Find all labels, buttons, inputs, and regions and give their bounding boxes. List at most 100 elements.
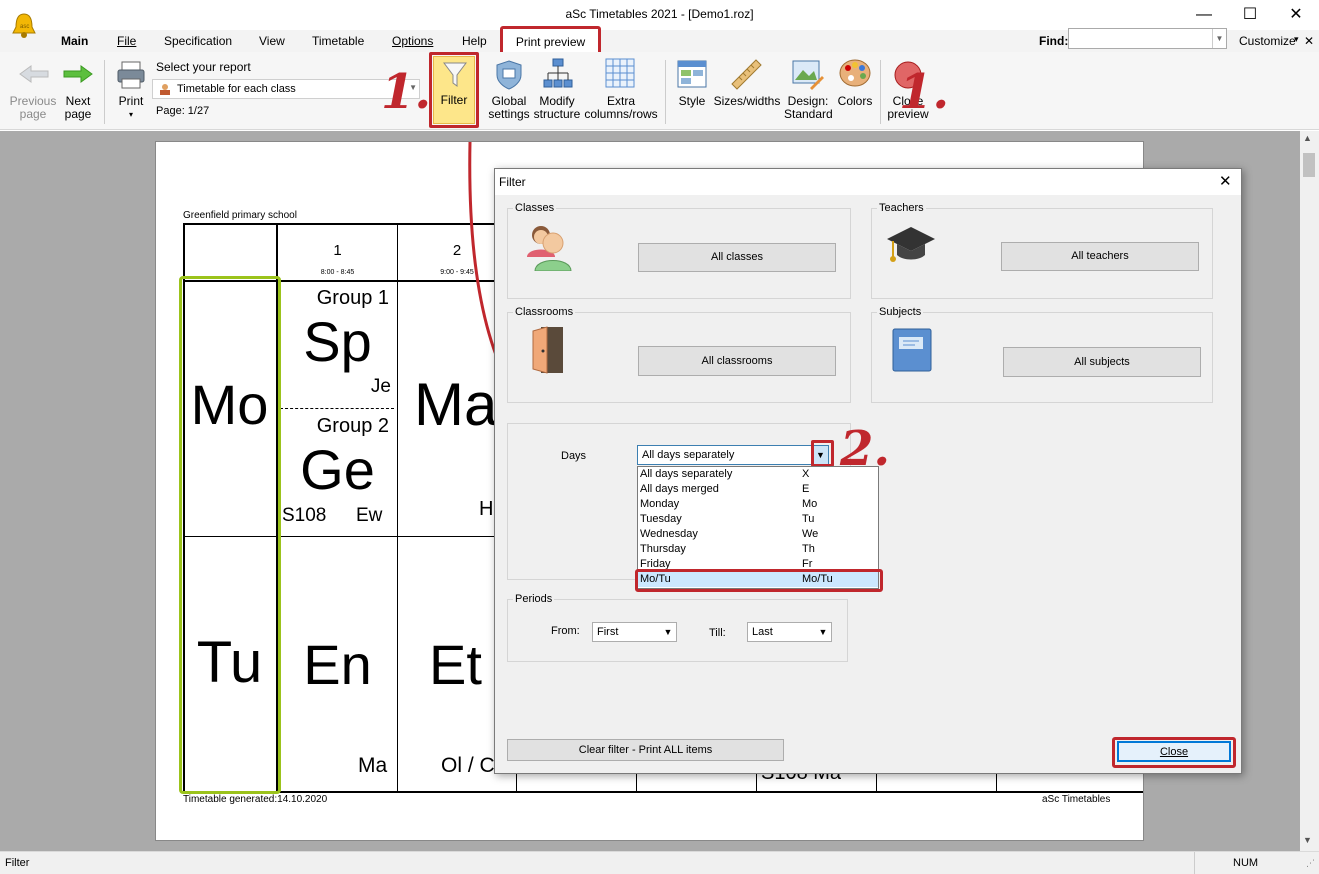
dialog-close-icon[interactable]: ✕ — [1219, 172, 1232, 190]
menu-options[interactable]: Options — [392, 34, 433, 48]
generated-note: Timetable generated:14.10.2020 — [183, 794, 328, 805]
scroll-down-icon[interactable]: ▼ — [1303, 835, 1312, 845]
funnel-icon — [443, 61, 467, 92]
resize-grip-icon[interactable]: ⋰ — [1306, 858, 1315, 869]
all-classrooms-button[interactable]: All classrooms — [638, 346, 836, 376]
colors-button[interactable]: Colors — [834, 95, 876, 108]
door-icon — [531, 325, 567, 378]
menu-timetable[interactable]: Timetable — [312, 34, 364, 48]
design-button[interactable]: Design: Standard — [784, 95, 833, 121]
design-icon — [792, 58, 824, 93]
status-bar: Filter NUM ⋰ — [0, 851, 1319, 874]
from-dropdown-icon: ▼ — [663, 627, 673, 637]
mo-p1-subject1: Sp — [303, 310, 372, 373]
subjects-title: Subjects — [877, 306, 924, 318]
maximize-button[interactable]: ☐ — [1227, 0, 1273, 30]
till-select[interactable]: Last ▼ — [747, 622, 832, 642]
extra-columns-button[interactable]: Extra columns/rows — [584, 95, 658, 121]
all-classes-button[interactable]: All classes — [638, 243, 836, 272]
customize-chevron-icon: ▾ — [1294, 34, 1299, 44]
dialog-close-button[interactable]: Close — [1117, 741, 1231, 762]
from-select[interactable]: First ▼ — [592, 622, 677, 642]
previous-arrow-icon — [18, 64, 50, 87]
menu-specification[interactable]: Specification — [164, 34, 232, 48]
minimize-button[interactable]: — — [1181, 0, 1227, 30]
tu-p2-subject: Et — [429, 633, 482, 696]
menu-help[interactable]: Help — [462, 34, 487, 48]
annotation-step-1-left: 1. — [381, 64, 432, 120]
days-select[interactable]: All days separately ▼ — [637, 445, 829, 465]
page-indicator: Page: 1/27 — [156, 105, 210, 117]
find-label: Find: — [1039, 34, 1069, 48]
window-title: aSc Timetables 2021 - [Demo1.roz] — [565, 7, 754, 21]
classes-people-icon — [521, 221, 577, 274]
menu-main[interactable]: Main — [61, 34, 88, 48]
report-label: Select your report — [156, 60, 251, 74]
print-dropdown-icon[interactable]: ▾ — [126, 108, 136, 121]
menu-file[interactable]: File — [117, 34, 136, 48]
report-select-value: Timetable for each class — [177, 83, 296, 95]
print-button[interactable]: Print — [114, 95, 148, 108]
school-name: Greenfield primary school — [183, 210, 297, 221]
dialog-title: Filter — [499, 175, 526, 189]
global-settings-button[interactable]: Global settings — [484, 95, 534, 121]
filter-button[interactable]: Filter — [433, 56, 475, 124]
selected-option-annotation — [635, 569, 883, 592]
customize-menu[interactable]: Customize — [1239, 34, 1296, 48]
teachers-title: Teachers — [877, 202, 926, 214]
classes-title: Classes — [513, 202, 557, 214]
report-select[interactable]: Timetable for each class ▼ — [152, 79, 420, 99]
app-logo: asc — [10, 12, 38, 38]
filter-dialog: Filter ✕ Classes All classes Teachers Al… — [494, 168, 1242, 774]
annotation-step-1-right: 1. — [899, 64, 950, 120]
title-bar: asc aSc Timetables 2021 - [Demo1.roz] — … — [0, 0, 1319, 38]
days-option[interactable]: All days merged E — [638, 482, 878, 497]
find-dropdown-icon[interactable]: ▼ — [1212, 29, 1226, 48]
days-column-highlight — [179, 276, 281, 794]
clear-filter-button[interactable]: Clear filter - Print ALL items — [507, 739, 784, 761]
style-button[interactable]: Style — [672, 95, 712, 108]
book-icon — [891, 327, 933, 376]
classrooms-title: Classrooms — [513, 306, 576, 318]
filter-label: Filter — [440, 93, 468, 107]
days-option[interactable]: Monday Mo — [638, 497, 878, 512]
scroll-thumb[interactable] — [1303, 153, 1315, 177]
num-lock-indicator: NUM — [1233, 857, 1259, 869]
next-page-button[interactable]: Next page — [62, 95, 94, 121]
tu-p1-subject: En — [303, 633, 372, 696]
modify-structure-button[interactable]: Modify structure — [532, 95, 582, 121]
days-option[interactable]: Thursday Th — [638, 542, 878, 557]
days-dropdown-annotation — [811, 440, 834, 467]
previous-page-button[interactable]: Previous page — [8, 95, 58, 121]
scroll-up-icon[interactable]: ▲ — [1303, 133, 1312, 143]
tu-p1-teacher: Ma — [358, 754, 388, 777]
graduation-cap-icon — [885, 223, 937, 272]
period-1-number: 1 — [333, 242, 342, 259]
svg-text:asc: asc — [20, 24, 29, 30]
vertical-scrollbar[interactable]: ▲ ▼ — [1300, 131, 1319, 851]
periods-title: Periods — [513, 593, 555, 605]
days-option[interactable]: Wednesday We — [638, 527, 878, 542]
sizes-widths-button[interactable]: Sizes/widths — [713, 95, 781, 108]
find-input[interactable]: ▼ — [1068, 28, 1227, 49]
all-teachers-button[interactable]: All teachers — [1001, 242, 1199, 271]
extra-grid-icon — [605, 58, 635, 91]
printer-icon — [116, 60, 146, 93]
days-label: Days — [561, 450, 587, 462]
close-window-button[interactable]: ✕ — [1273, 0, 1319, 30]
from-select-value: First — [597, 626, 619, 638]
days-option[interactable]: Tuesday Tu — [638, 512, 878, 527]
mo-p2-subject: Ma — [414, 371, 498, 438]
till-select-value: Last — [752, 626, 773, 638]
menu-view[interactable]: View — [259, 34, 285, 48]
close-document-button[interactable]: ✕ — [1304, 34, 1314, 48]
structure-icon — [543, 58, 573, 93]
style-icon — [677, 60, 707, 91]
mo-p1-subject2: Ge — [300, 438, 375, 501]
all-subjects-button[interactable]: All subjects — [1003, 347, 1201, 377]
footer-brand: aSc Timetables — [1042, 794, 1111, 805]
mo-p1-room: S108 — [282, 505, 327, 526]
global-settings-icon — [496, 60, 522, 93]
palette-icon — [839, 58, 871, 91]
dialog-titlebar: Filter ✕ — [495, 169, 1241, 195]
